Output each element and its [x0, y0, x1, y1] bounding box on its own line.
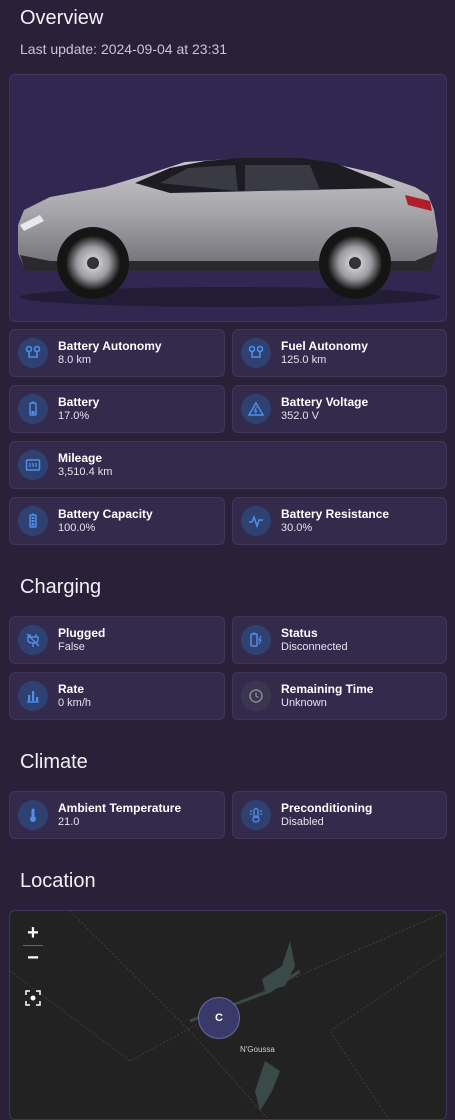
tile-value: 100.0% — [58, 522, 96, 534]
zoom-in-button[interactable]: + — [20, 921, 46, 945]
bar-chart-icon — [18, 681, 48, 711]
location-title: Location — [20, 870, 96, 892]
battery-charging-icon — [241, 625, 271, 655]
tile-status[interactable]: Status Disconnected — [232, 616, 447, 664]
tile-name: Mileage — [58, 451, 103, 465]
car-illustration — [18, 158, 440, 307]
battery-icon — [18, 394, 48, 424]
tile-rate[interactable]: Rate 0 km/h — [9, 672, 225, 720]
tile-battery[interactable]: Battery 17.0% — [9, 385, 225, 433]
route-icon — [241, 338, 271, 368]
battery-full-icon — [18, 506, 48, 536]
tile-battery-capacity[interactable]: Battery Capacity 100.0% — [9, 497, 225, 545]
tile-battery-autonomy[interactable]: Battery Autonomy 8.0 km — [9, 329, 225, 377]
overview-title: Overview — [20, 7, 104, 29]
climate-title: Climate — [20, 751, 88, 773]
route-icon — [18, 338, 48, 368]
tile-value: 8.0 km — [58, 354, 92, 366]
voltage-warning-icon — [241, 394, 271, 424]
location-map[interactable]: + − C N'Goussa — [9, 910, 447, 1120]
tile-fuel-autonomy[interactable]: Fuel Autonomy 125.0 km — [232, 329, 447, 377]
tile-value: 17.0% — [58, 410, 90, 422]
recenter-icon[interactable] — [24, 989, 42, 1007]
tile-value: 125.0 km — [281, 354, 327, 366]
tile-name: Remaining Time — [281, 682, 374, 696]
tile-name: Battery Autonomy — [58, 339, 162, 353]
tile-name: Ambient Temperature — [58, 801, 182, 815]
tile-ambient-temperature[interactable]: Ambient Temperature 21.0 — [9, 791, 225, 839]
tile-value: 30.0% — [281, 522, 313, 534]
tile-value: 352.0 V — [281, 410, 319, 422]
thermostat-icon — [241, 800, 271, 830]
power-plug-off-icon — [18, 625, 48, 655]
tile-mileage[interactable]: Mileage 3,510.4 km — [9, 441, 447, 489]
pulse-icon — [241, 506, 271, 536]
tile-name: Battery Voltage — [281, 395, 369, 409]
tile-battery-resistance[interactable]: Battery Resistance 30.0% — [232, 497, 447, 545]
charging-title: Charging — [20, 576, 102, 598]
tile-name: Plugged — [58, 626, 106, 640]
tile-name: Preconditioning — [281, 801, 373, 815]
tile-name: Fuel Autonomy — [281, 339, 368, 353]
tile-remaining-time[interactable]: Remaining Time Unknown — [232, 672, 447, 720]
clock-icon — [241, 681, 271, 711]
tile-name: Battery — [58, 395, 100, 409]
vehicle-marker[interactable]: C — [198, 997, 240, 1039]
tile-name: Battery Capacity — [58, 507, 153, 521]
tile-battery-voltage[interactable]: Battery Voltage 352.0 V — [232, 385, 447, 433]
tile-name: Battery Resistance — [281, 507, 390, 521]
tile-value: Disconnected — [281, 641, 348, 653]
tile-name: Status — [281, 626, 318, 640]
tile-preconditioning[interactable]: Preconditioning Disabled — [232, 791, 447, 839]
last-update-text: Last update: 2024-09-04 at 23:31 — [20, 41, 228, 57]
zoom-out-button[interactable]: − — [20, 946, 46, 970]
tile-value: 3,510.4 km — [58, 466, 113, 478]
tile-value: Unknown — [281, 697, 327, 709]
place-name-label: N'Goussa — [240, 1045, 275, 1054]
tile-value: False — [58, 641, 85, 653]
vehicle-image — [9, 74, 447, 322]
odometer-icon — [18, 450, 48, 480]
tile-name: Rate — [58, 682, 85, 696]
tile-plugged[interactable]: Plugged False — [9, 616, 225, 664]
zoom-controls: + − — [20, 921, 46, 970]
tile-value: 21.0 — [58, 816, 80, 828]
tile-value: Disabled — [281, 816, 324, 828]
tile-value: 0 km/h — [58, 697, 92, 709]
thermometer-icon — [18, 800, 48, 830]
